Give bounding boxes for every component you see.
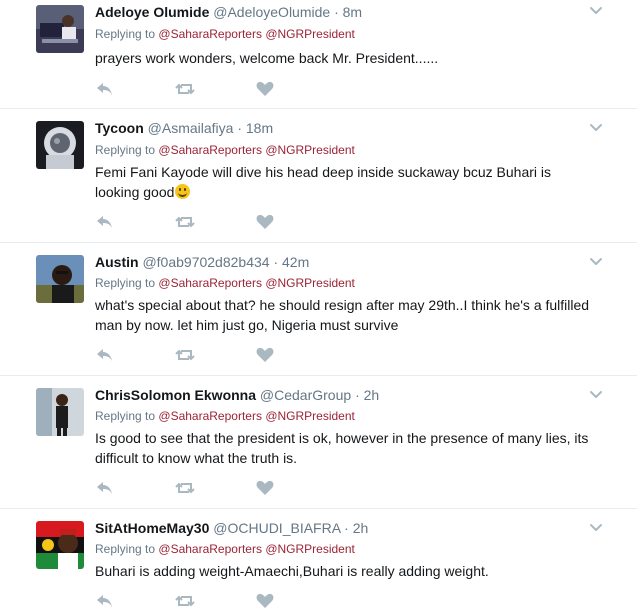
tweet-header: Adeloye Olumide @AdeloyeOlumide · 8m [95, 4, 362, 20]
smiley-emoji-icon [175, 184, 191, 199]
mention-link[interactable]: @NGRPresident [265, 143, 355, 157]
heart-icon[interactable] [255, 213, 275, 231]
separator-dot: · [237, 120, 242, 136]
timestamp[interactable]: 18m [246, 120, 273, 136]
retweet-icon[interactable] [175, 80, 195, 98]
tweet-text: Buhari is adding weight-Amaechi,Buhari i… [95, 563, 489, 579]
chevron-down-icon[interactable] [588, 253, 604, 269]
timestamp[interactable]: 2h [364, 387, 380, 403]
user-handle[interactable]: @CedarGroup [260, 387, 351, 403]
avatar[interactable] [36, 121, 84, 169]
tweet-header: SitAtHomeMay30 @OCHUDI_BIAFRA · 2h [95, 520, 368, 536]
replying-to-label: Replying to [95, 143, 156, 157]
retweet-icon[interactable] [175, 213, 195, 231]
avatar[interactable] [36, 255, 84, 303]
mention-link[interactable]: @SaharaReporters [158, 27, 262, 41]
tweet[interactable]: Tycoon @Asmailafiya · 18m Replying to @S… [0, 109, 637, 243]
tweet[interactable]: Adeloye Olumide @AdeloyeOlumide · 8m Rep… [0, 0, 637, 109]
timestamp[interactable]: 8m [343, 4, 362, 20]
tweet-text: what's special about that? he should res… [95, 297, 590, 333]
avatar[interactable] [36, 5, 84, 53]
replying-to-label: Replying to [95, 542, 156, 556]
timestamp[interactable]: 42m [282, 254, 309, 270]
heart-icon[interactable] [255, 592, 275, 610]
chevron-down-icon[interactable] [588, 119, 604, 135]
display-name[interactable]: ChrisSolomon Ekwonna [95, 387, 256, 403]
timestamp[interactable]: 2h [353, 520, 369, 536]
tweet-actions [95, 592, 295, 610]
avatar[interactable] [36, 388, 84, 436]
avatar-image [36, 388, 84, 436]
reply-icon[interactable] [95, 213, 115, 231]
user-handle[interactable]: @OCHUDI_BIAFRA [213, 520, 340, 536]
separator-dot: · [334, 4, 339, 20]
reply-icon[interactable] [95, 479, 115, 497]
separator-dot: · [355, 387, 360, 403]
display-name[interactable]: Austin [95, 254, 139, 270]
avatar-image [36, 121, 84, 169]
heart-icon[interactable] [255, 80, 275, 98]
replying-to-label: Replying to [95, 409, 156, 423]
mention-link[interactable]: @SaharaReporters [158, 276, 262, 290]
avatar[interactable] [36, 521, 84, 569]
retweet-icon[interactable] [175, 479, 195, 497]
tweet-actions [95, 80, 295, 98]
replying-to-label: Replying to [95, 276, 156, 290]
tweet-header: Austin @f0ab9702d82b434 · 42m [95, 254, 309, 270]
replying-to: Replying to @SaharaReporters @NGRPreside… [95, 27, 355, 41]
reply-icon[interactable] [95, 80, 115, 98]
replying-to: Replying to @SaharaReporters @NGRPreside… [95, 542, 355, 556]
mention-link[interactable]: @NGRPresident [265, 409, 355, 423]
tweet-text: prayers work wonders, welcome back Mr. P… [95, 50, 439, 66]
mention-link[interactable]: @NGRPresident [265, 276, 355, 290]
tweet-actions [95, 213, 295, 231]
mention-link[interactable]: @NGRPresident [265, 27, 355, 41]
replying-to: Replying to @SaharaReporters @NGRPreside… [95, 409, 355, 423]
chevron-down-icon[interactable] [588, 519, 604, 535]
retweet-icon[interactable] [175, 592, 195, 610]
avatar-image [36, 5, 84, 53]
avatar-image [36, 521, 84, 569]
chevron-down-icon[interactable] [588, 386, 604, 402]
user-handle[interactable]: @Asmailafiya [148, 120, 234, 136]
mention-link[interactable]: @NGRPresident [265, 542, 355, 556]
tweet-text-body: Femi Fani Kayode will dive his head deep… [95, 164, 552, 200]
replying-to: Replying to @SaharaReporters @NGRPreside… [95, 276, 355, 290]
heart-icon[interactable] [255, 479, 275, 497]
mention-link[interactable]: @SaharaReporters [158, 143, 262, 157]
tweet[interactable]: SitAtHomeMay30 @OCHUDI_BIAFRA · 2h Reply… [0, 509, 637, 610]
mention-link[interactable]: @SaharaReporters [158, 542, 262, 556]
tweet-text: Femi Fani Kayode will dive his head deep… [95, 162, 565, 202]
avatar-image [36, 255, 84, 303]
tweet[interactable]: ChrisSolomon Ekwonna @CedarGroup · 2h Re… [0, 376, 637, 509]
display-name[interactable]: Adeloye Olumide [95, 4, 209, 20]
user-handle[interactable]: @AdeloyeOlumide [213, 4, 330, 20]
separator-dot: · [273, 254, 279, 270]
tweet[interactable]: Austin @f0ab9702d82b434 · 42m Replying t… [0, 243, 637, 376]
chevron-down-icon[interactable] [588, 2, 604, 18]
tweet-text: Is good to see that the president is ok,… [95, 430, 589, 466]
separator-dot: · [344, 520, 349, 536]
reply-icon[interactable] [95, 346, 115, 364]
replying-to-label: Replying to [95, 27, 156, 41]
display-name[interactable]: Tycoon [95, 120, 144, 136]
mention-link[interactable]: @SaharaReporters [158, 409, 262, 423]
user-handle[interactable]: @f0ab9702d82b434 [142, 254, 269, 270]
tweet-actions [95, 346, 295, 364]
tweet-header: ChrisSolomon Ekwonna @CedarGroup · 2h [95, 387, 379, 403]
display-name[interactable]: SitAtHomeMay30 [95, 520, 209, 536]
tweet-header: Tycoon @Asmailafiya · 18m [95, 120, 273, 136]
retweet-icon[interactable] [175, 346, 195, 364]
tweet-actions [95, 479, 295, 497]
heart-icon[interactable] [255, 346, 275, 364]
reply-icon[interactable] [95, 592, 115, 610]
replying-to: Replying to @SaharaReporters @NGRPreside… [95, 143, 355, 157]
